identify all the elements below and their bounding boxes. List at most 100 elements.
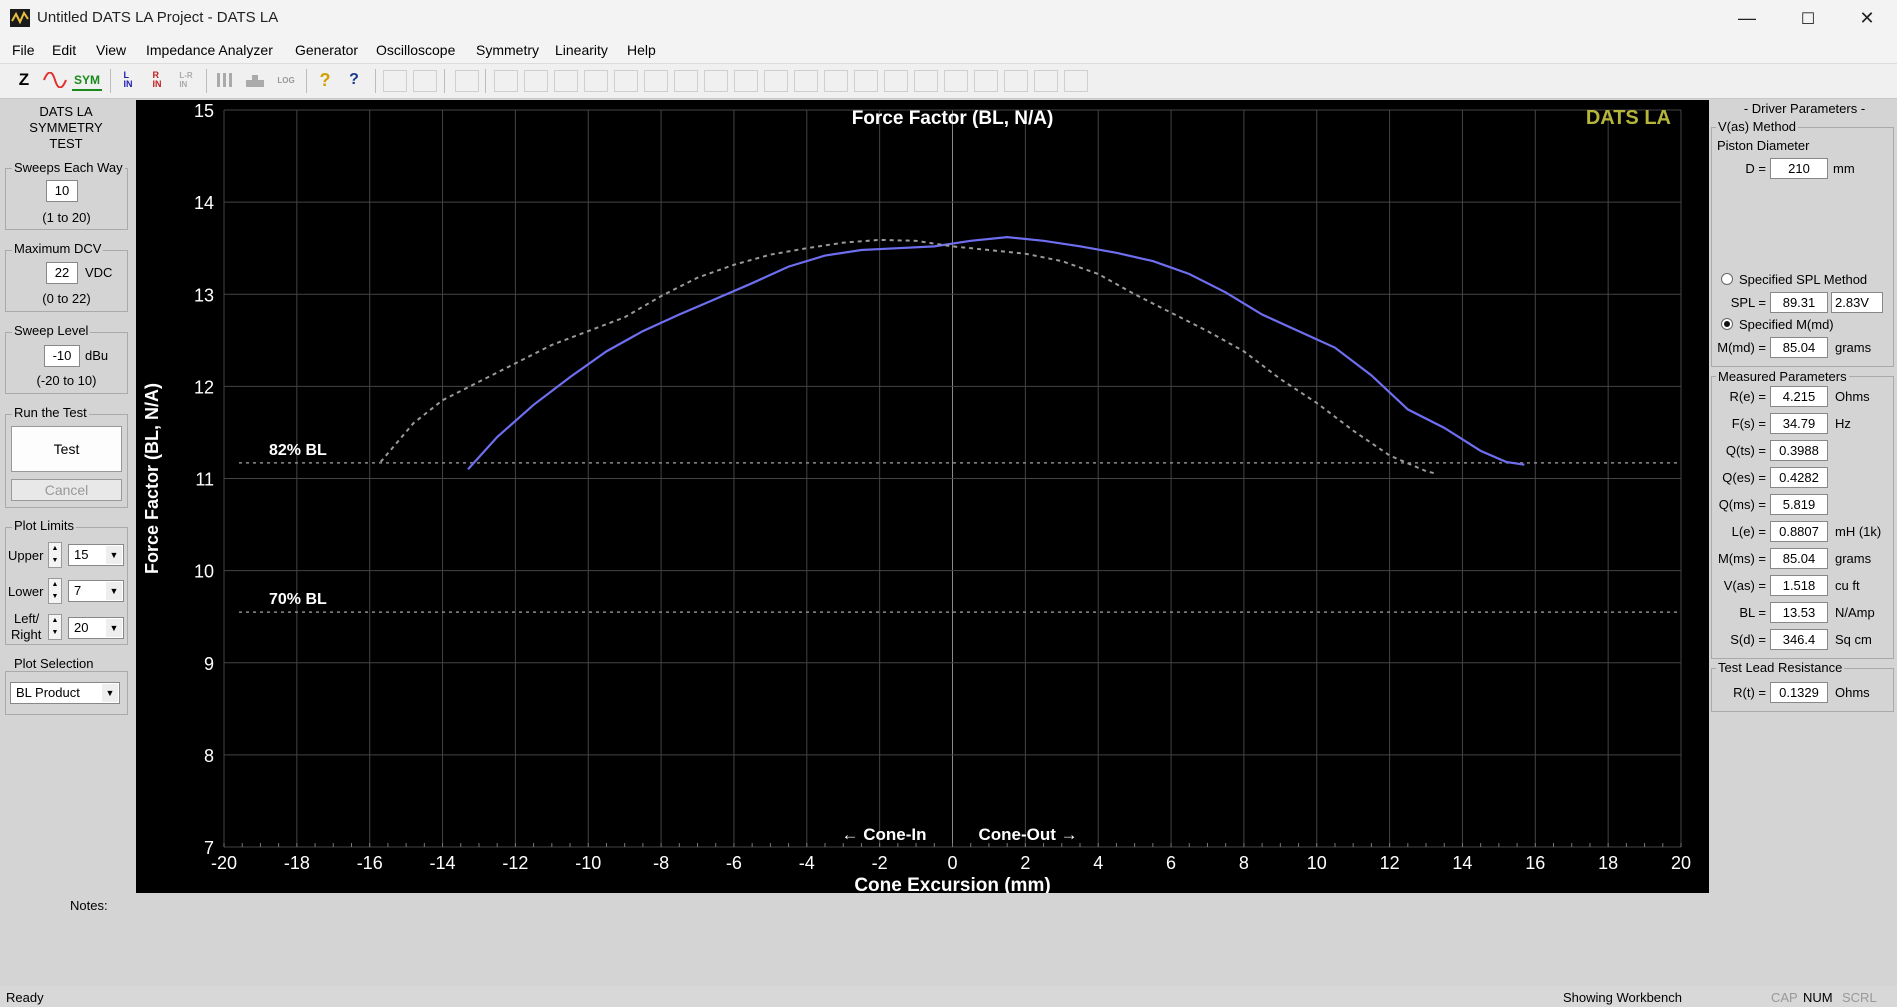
bars-icon[interactable] — [213, 68, 237, 92]
measured-value[interactable]: 346.4 — [1770, 629, 1828, 650]
linearity-r-in-button[interactable]: R IN — [145, 68, 169, 92]
bl-curve-dashed — [379, 238, 1438, 475]
re-zm-button-icon[interactable] — [413, 70, 437, 92]
menu-linearity[interactable]: Linearity — [555, 42, 608, 58]
test-button[interactable]: Test — [11, 426, 122, 472]
measured-value[interactable]: 5.819 — [1770, 494, 1828, 515]
lower-value: 7 — [74, 583, 82, 598]
spl-voltage[interactable]: 2.83V — [1831, 292, 1883, 313]
x-tick-label: -12 — [502, 853, 528, 873]
mem-slot-icon[interactable] — [824, 70, 848, 92]
mem-slot-icon[interactable] — [614, 70, 638, 92]
menu-edit[interactable]: Edit — [52, 42, 76, 58]
y-tick-label: 7 — [204, 838, 214, 858]
plot-selection-select[interactable]: BL Product ▼ — [10, 682, 120, 704]
symmetry-button[interactable]: SYM — [72, 71, 102, 91]
mem-slot-icon[interactable] — [794, 70, 818, 92]
sine-wave-icon[interactable] — [43, 68, 67, 92]
y-tick-label: 9 — [204, 654, 214, 674]
maxdcv-input[interactable]: 22 — [46, 262, 78, 284]
mem-slot-icon[interactable] — [854, 70, 878, 92]
sweeps-input[interactable]: 10 — [46, 180, 78, 202]
test-heading: DATS LA SYMMETRY TEST — [6, 104, 126, 152]
whats-this-icon[interactable]: ? — [342, 68, 366, 92]
menu-impedance-analyzer[interactable]: Impedance Analyzer — [146, 42, 273, 58]
measured-label: S(d) = — [1730, 632, 1766, 647]
mem-slot-icon[interactable] — [944, 70, 968, 92]
lead-title: Test Lead Resistance — [1716, 660, 1845, 675]
measured-value[interactable]: 0.4282 — [1770, 467, 1828, 488]
mem-slot-icon[interactable] — [554, 70, 578, 92]
linearity-lr-in-button[interactable]: L-R IN — [174, 68, 198, 92]
measured-unit: Ohms — [1835, 389, 1870, 404]
lr-spinner[interactable]: ▲ ▼ — [48, 614, 62, 640]
mem-slot-icon[interactable] — [1004, 70, 1028, 92]
measured-value[interactable]: 13.53 — [1770, 602, 1828, 623]
mem-slot-icon[interactable] — [584, 70, 608, 92]
measured-label: BL = — [1739, 605, 1766, 620]
impedance-z-button[interactable]: Z — [12, 68, 36, 92]
close-button[interactable]: ✕ — [1837, 0, 1897, 37]
pha-button-icon[interactable] — [383, 70, 407, 92]
upper-spinner[interactable]: ▲ ▼ — [48, 542, 62, 568]
help-icon[interactable]: ? — [313, 68, 337, 92]
mem-slot-icon[interactable] — [764, 70, 788, 92]
mem-slot-icon[interactable] — [884, 70, 908, 92]
cone-in-label: ← Cone-In — [842, 825, 927, 844]
spl-method-radio[interactable] — [1721, 273, 1733, 285]
toolbar-separator — [110, 69, 111, 93]
cancel-button[interactable]: Cancel — [11, 479, 122, 501]
mem-slot-icon[interactable] — [974, 70, 998, 92]
chart-title: Force Factor (BL, N/A) — [852, 108, 1054, 129]
measured-value[interactable]: 1.518 — [1770, 575, 1828, 596]
x-tick-label: -6 — [726, 853, 742, 873]
mmd-method-radio[interactable] — [1721, 318, 1733, 330]
y-tick-label: 14 — [194, 193, 214, 213]
mmd-input[interactable]: 85.04 — [1770, 337, 1828, 358]
menu-oscilloscope[interactable]: Oscilloscope — [376, 42, 455, 58]
spl-input[interactable]: 89.31 — [1770, 292, 1828, 313]
menu-file[interactable]: File — [12, 42, 35, 58]
measured-value[interactable]: 85.04 — [1770, 548, 1828, 569]
x-tick-label: -2 — [872, 853, 888, 873]
chevron-down-icon: ▼ — [106, 582, 122, 600]
rt-input[interactable]: 0.1329 — [1770, 682, 1828, 703]
mem-slot-icon[interactable] — [644, 70, 668, 92]
mem-slot-icon[interactable] — [494, 70, 518, 92]
menu-view[interactable]: View — [96, 42, 126, 58]
mem-slot-icon[interactable] — [524, 70, 548, 92]
step-chart-icon[interactable] — [243, 68, 267, 92]
lr-select[interactable]: 20 ▼ — [68, 617, 124, 639]
x-tick-label: -10 — [575, 853, 601, 873]
maximize-button[interactable]: ☐ — [1778, 0, 1838, 37]
measured-value[interactable]: 4.215 — [1770, 386, 1828, 407]
measured-label: V(as) = — [1723, 578, 1766, 593]
menu-generator[interactable]: Generator — [295, 42, 358, 58]
measured-value[interactable]: 34.79 — [1770, 413, 1828, 434]
mem-slot-icon[interactable] — [914, 70, 938, 92]
measured-unit: Sq cm — [1835, 632, 1872, 647]
upper-select[interactable]: 15 ▼ — [68, 544, 124, 566]
mem-slot-icon[interactable] — [674, 70, 698, 92]
sweeplevel-input[interactable]: -10 — [44, 345, 80, 367]
reference-line-label: 82% BL — [269, 442, 327, 459]
menu-help[interactable]: Help — [627, 42, 656, 58]
x-tick-label: -8 — [653, 853, 669, 873]
measured-value[interactable]: 0.3988 — [1770, 440, 1828, 461]
mem-slot-icon[interactable] — [704, 70, 728, 92]
lower-select[interactable]: 7 ▼ — [68, 580, 124, 602]
measured-label: M(ms) = — [1717, 551, 1766, 566]
lower-spinner[interactable]: ▲ ▼ — [48, 578, 62, 604]
run-title: Run the Test — [12, 405, 89, 420]
mem-slot-icon[interactable] — [734, 70, 758, 92]
mem-slot-icon[interactable] — [1064, 70, 1088, 92]
lr-value: 20 — [74, 620, 89, 635]
log-scale-button[interactable]: LOG — [274, 68, 298, 92]
menu-symmetry[interactable]: Symmetry — [476, 42, 539, 58]
d-input[interactable]: 210 — [1770, 158, 1828, 179]
mem-write-icon[interactable] — [455, 70, 479, 92]
measured-value[interactable]: 0.8807 — [1770, 521, 1828, 542]
linearity-l-in-button[interactable]: L IN — [116, 68, 140, 92]
mem-slot-icon[interactable] — [1034, 70, 1058, 92]
minimize-button[interactable]: — — [1717, 0, 1777, 37]
